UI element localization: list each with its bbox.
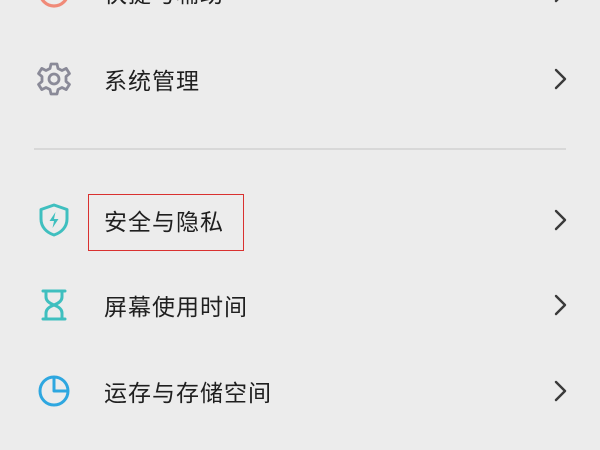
settings-item-memory-storage[interactable]: 运存与存储空间 [0, 351, 600, 431]
settings-item-label: 快捷与辅助 [104, 0, 224, 9]
storage-pie-icon [34, 371, 74, 411]
chevron-right-icon [554, 209, 567, 231]
settings-item-system-management[interactable]: 系统管理 [0, 39, 600, 119]
hourglass-icon [34, 285, 74, 325]
chevron-right-icon [554, 0, 559, 3]
settings-item-screen-time[interactable]: 屏幕使用时间 [0, 265, 600, 345]
highlight-box [88, 194, 244, 251]
settings-item-label: 系统管理 [104, 69, 200, 95]
gear-icon [34, 59, 74, 99]
settings-item-label: 运存与存储空间 [104, 381, 272, 407]
chevron-right-icon [554, 380, 567, 402]
chevron-right-icon [554, 294, 567, 316]
settings-item-shortcuts-assist[interactable]: 快捷与辅助 [0, 0, 600, 32]
section-divider [34, 148, 566, 150]
accessibility-icon [34, 0, 74, 12]
chevron-right-icon [554, 68, 567, 90]
shield-icon [34, 200, 74, 240]
settings-item-label: 屏幕使用时间 [104, 295, 248, 321]
